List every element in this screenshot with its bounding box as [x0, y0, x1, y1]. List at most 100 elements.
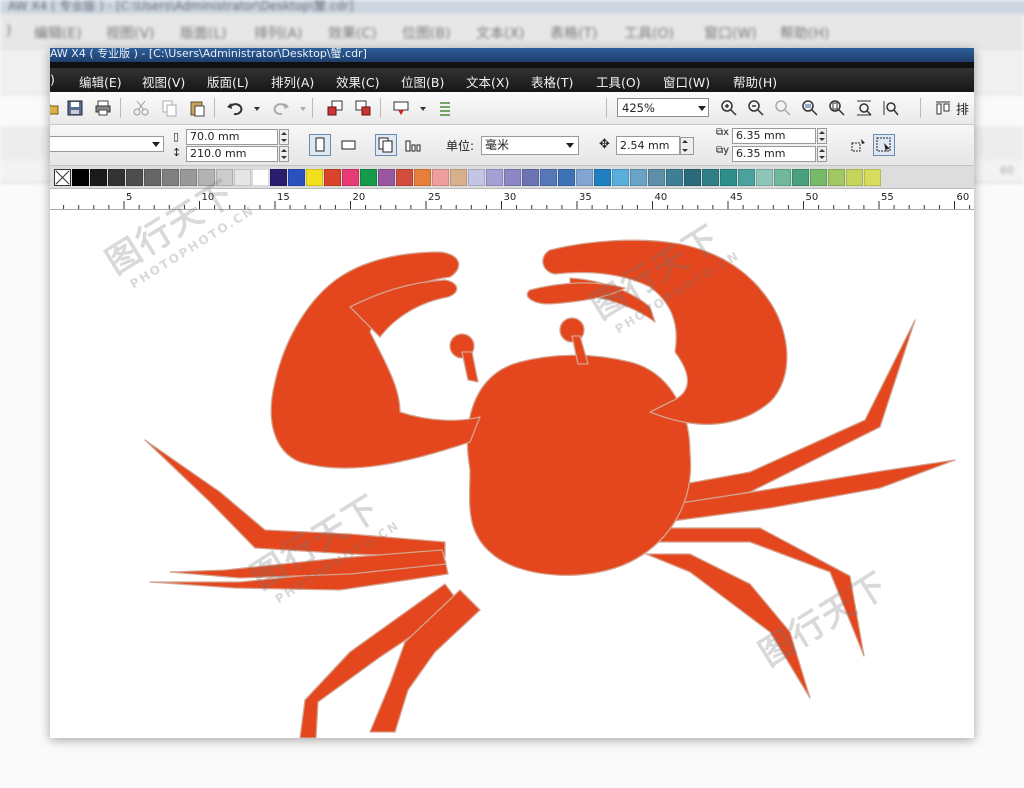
duplicate-x-stepper[interactable] — [817, 128, 827, 144]
color-swatch[interactable] — [612, 168, 629, 186]
open-icon[interactable] — [50, 99, 60, 117]
color-swatch[interactable] — [864, 168, 881, 186]
color-swatch[interactable] — [396, 168, 413, 186]
color-swatch[interactable] — [594, 168, 611, 186]
duplicate-distance-x-input[interactable]: 6.35 mm — [732, 128, 816, 144]
current-page-button[interactable] — [402, 134, 424, 156]
color-swatch[interactable] — [468, 168, 485, 186]
menu-table[interactable]: 表格(T) — [531, 72, 573, 91]
color-swatch[interactable] — [684, 168, 701, 186]
portrait-button[interactable] — [309, 134, 331, 156]
draw-object-mode-button[interactable] — [873, 134, 895, 156]
color-swatch[interactable] — [666, 168, 683, 186]
drawing-canvas[interactable]: 图行天下 PHOTOPHOTO.CN 图行天下 PHOTOPHOTO.CN 图行… — [50, 173, 974, 738]
color-swatch[interactable] — [810, 168, 827, 186]
zoom-all-objects-icon[interactable] — [801, 99, 819, 117]
redo-dropdown-icon[interactable] — [294, 99, 306, 117]
duplicate-distance-y-input[interactable]: 6.35 mm — [732, 146, 816, 162]
crab-silhouette[interactable] — [144, 239, 956, 738]
cut-icon[interactable] — [132, 99, 150, 117]
menu-tools[interactable]: 工具(O) — [596, 72, 641, 91]
color-swatch[interactable] — [324, 168, 341, 186]
all-pages-button[interactable] — [375, 134, 397, 156]
color-swatch[interactable] — [576, 168, 593, 186]
application-launcher-icon[interactable] — [392, 99, 410, 117]
color-swatch[interactable] — [846, 168, 863, 186]
color-swatch[interactable] — [522, 168, 539, 186]
window-title-bar[interactable]: AW X4 ( 专业版 ) - [C:\Users\Administrator\… — [50, 48, 974, 62]
zoom-to-page-width-icon[interactable] — [855, 99, 873, 117]
menu-effects[interactable]: 效果(C) — [336, 72, 379, 91]
color-swatch[interactable] — [162, 168, 179, 186]
menu-help[interactable]: 帮助(H) — [733, 72, 777, 91]
copy-icon[interactable] — [160, 99, 178, 117]
color-swatch[interactable] — [288, 168, 305, 186]
paper-type-select[interactable] — [50, 136, 164, 152]
zoom-to-page-height-icon[interactable] — [882, 99, 900, 117]
undo-dropdown-icon[interactable] — [248, 99, 260, 117]
page-height-stepper[interactable] — [279, 146, 289, 162]
welcome-screen-icon[interactable] — [436, 99, 454, 117]
color-swatch[interactable] — [702, 168, 719, 186]
units-select[interactable]: 毫米 — [481, 136, 579, 155]
align-label[interactable]: 排 — [956, 99, 969, 118]
color-swatch[interactable] — [126, 168, 143, 186]
color-swatch[interactable] — [792, 168, 809, 186]
print-icon[interactable] — [94, 99, 112, 117]
color-swatch[interactable] — [378, 168, 395, 186]
launcher-dropdown-icon[interactable] — [414, 99, 426, 117]
menu-arrange[interactable]: 排列(A) — [271, 72, 314, 91]
color-swatch[interactable] — [450, 168, 467, 186]
menu-view[interactable]: 视图(V) — [142, 72, 185, 91]
color-swatch[interactable] — [630, 168, 647, 186]
color-swatch[interactable] — [756, 168, 773, 186]
menu-text[interactable]: 文本(X) — [466, 72, 509, 91]
align-distribute-icon[interactable] — [934, 99, 952, 117]
no-fill-swatch[interactable] — [54, 168, 71, 186]
color-swatch[interactable] — [558, 168, 575, 186]
duplicate-y-stepper[interactable] — [817, 146, 827, 162]
color-swatch[interactable] — [432, 168, 449, 186]
menu-edit[interactable]: 编辑(E) — [79, 72, 122, 91]
landscape-button[interactable] — [338, 134, 360, 156]
zoom-level-select[interactable]: 425% — [617, 98, 709, 117]
color-swatch[interactable] — [720, 168, 737, 186]
page-height-input[interactable]: 210.0 mm — [186, 146, 278, 162]
zoom-in-icon[interactable] — [720, 99, 738, 117]
color-swatch[interactable] — [540, 168, 557, 186]
export-icon[interactable] — [354, 99, 372, 117]
color-swatch[interactable] — [486, 168, 503, 186]
zoom-out-icon[interactable] — [747, 99, 765, 117]
import-icon[interactable] — [326, 99, 344, 117]
menu-bitmaps[interactable]: 位图(B) — [401, 72, 444, 91]
color-swatch[interactable] — [360, 168, 377, 186]
redo-icon[interactable] — [272, 99, 290, 117]
paste-icon[interactable] — [188, 99, 206, 117]
zoom-to-selected-icon[interactable] — [774, 99, 792, 117]
menu-file-fragment[interactable]: ) — [50, 72, 55, 87]
color-swatch[interactable] — [108, 168, 125, 186]
color-swatch[interactable] — [72, 168, 89, 186]
nudge-distance-stepper[interactable] — [680, 137, 694, 155]
color-swatch[interactable] — [738, 168, 755, 186]
color-swatch[interactable] — [774, 168, 791, 186]
color-swatch[interactable] — [306, 168, 323, 186]
zoom-to-page-icon[interactable] — [828, 99, 846, 117]
treat-as-filled-button[interactable] — [848, 134, 870, 156]
color-swatch[interactable] — [504, 168, 521, 186]
color-swatch[interactable] — [828, 168, 845, 186]
color-swatch[interactable] — [252, 168, 269, 186]
color-swatch[interactable] — [90, 168, 107, 186]
save-icon[interactable] — [66, 99, 84, 117]
menu-window[interactable]: 窗口(W) — [663, 72, 710, 91]
crab-drawing[interactable] — [50, 212, 974, 738]
color-swatch[interactable] — [144, 168, 161, 186]
nudge-distance-input[interactable]: 2.54 mm — [616, 136, 680, 155]
color-swatch[interactable] — [342, 168, 359, 186]
menu-layout[interactable]: 版面(L) — [207, 72, 249, 91]
page-width-input[interactable]: 70.0 mm — [186, 129, 278, 145]
color-swatch[interactable] — [270, 168, 287, 186]
color-swatch[interactable] — [648, 168, 665, 186]
page-width-stepper[interactable] — [279, 129, 289, 145]
color-swatch[interactable] — [414, 168, 431, 186]
